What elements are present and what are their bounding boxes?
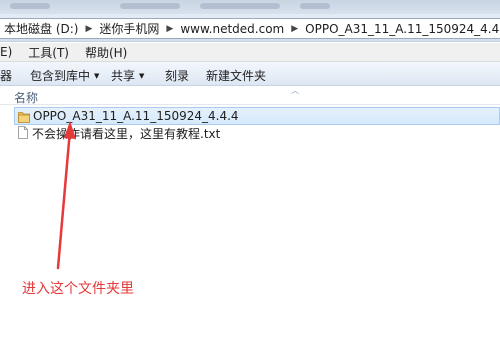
dropdown-arrow-icon: ▼: [139, 72, 145, 80]
breadcrumb-separator-icon[interactable]: ▶: [85, 24, 92, 34]
include-in-library-button[interactable]: 包含到库中 ▼: [30, 67, 99, 84]
dropdown-arrow-icon: ▼: [94, 72, 100, 80]
new-folder-label: 新建文件夹: [206, 69, 267, 83]
address-bar: 本地磁盘 (D:) ▶ 迷你手机网 ▶ www.netded.com ▶ OPP…: [0, 14, 500, 42]
menu-help[interactable]: 帮助(H): [77, 44, 135, 61]
column-header-name[interactable]: 名称 ︿: [0, 86, 500, 105]
share-button[interactable]: 共享 ▼: [111, 67, 144, 84]
title-blur: [300, 3, 330, 9]
organize-button[interactable]: 器: [0, 67, 12, 84]
title-blur: [120, 3, 180, 9]
file-list: 名称 ︿ OPPO_A31_11_A.11_150924_4.4.4 不会操作请…: [0, 86, 500, 345]
annotation-text: 进入这个文件夹里: [22, 281, 134, 297]
window-title-strip: [0, 0, 500, 14]
command-bar: 器 包含到库中 ▼ 共享 ▼ 刻录 新建文件夹: [0, 62, 500, 86]
menu-edit[interactable]: E): [0, 45, 20, 59]
breadcrumb-separator-icon[interactable]: ▶: [291, 24, 298, 34]
text-file-icon: [18, 126, 28, 139]
title-blur: [10, 3, 50, 9]
share-label: 共享: [111, 69, 136, 83]
file-name: OPPO_A31_11_A.11_150924_4.4.4: [33, 109, 239, 123]
new-folder-button[interactable]: 新建文件夹: [206, 67, 266, 84]
list-item-text-file[interactable]: 不会操作请看这里，这里有教程.txt: [14, 124, 500, 142]
breadcrumb-item-folder[interactable]: 迷你手机网: [99, 20, 159, 37]
folder-icon: [18, 112, 30, 123]
breadcrumb-item-site[interactable]: www.netded.com: [180, 22, 284, 36]
breadcrumb-item-drive[interactable]: 本地磁盘 (D:): [4, 20, 78, 37]
breadcrumb-item-current[interactable]: OPPO_A31_11_A.11_150924_4.4.4: [305, 22, 500, 36]
organize-label: 器: [0, 69, 13, 83]
burn-label: 刻录: [165, 69, 190, 83]
file-name: 不会操作请看这里，这里有教程.txt: [32, 127, 221, 141]
list-item-folder[interactable]: OPPO_A31_11_A.11_150924_4.4.4: [14, 107, 500, 125]
sort-ascending-icon: ︿: [291, 86, 299, 95]
burn-button[interactable]: 刻录: [165, 67, 189, 84]
include-library-label: 包含到库中: [30, 69, 91, 83]
breadcrumb-separator-icon[interactable]: ▶: [166, 24, 173, 34]
breadcrumb[interactable]: 本地磁盘 (D:) ▶ 迷你手机网 ▶ www.netded.com ▶ OPP…: [0, 18, 500, 39]
column-name-label: 名称: [14, 91, 39, 105]
title-blur: [200, 3, 280, 9]
menu-bar: E) 工具(T) 帮助(H): [0, 43, 500, 62]
menu-tools[interactable]: 工具(T): [20, 44, 77, 61]
